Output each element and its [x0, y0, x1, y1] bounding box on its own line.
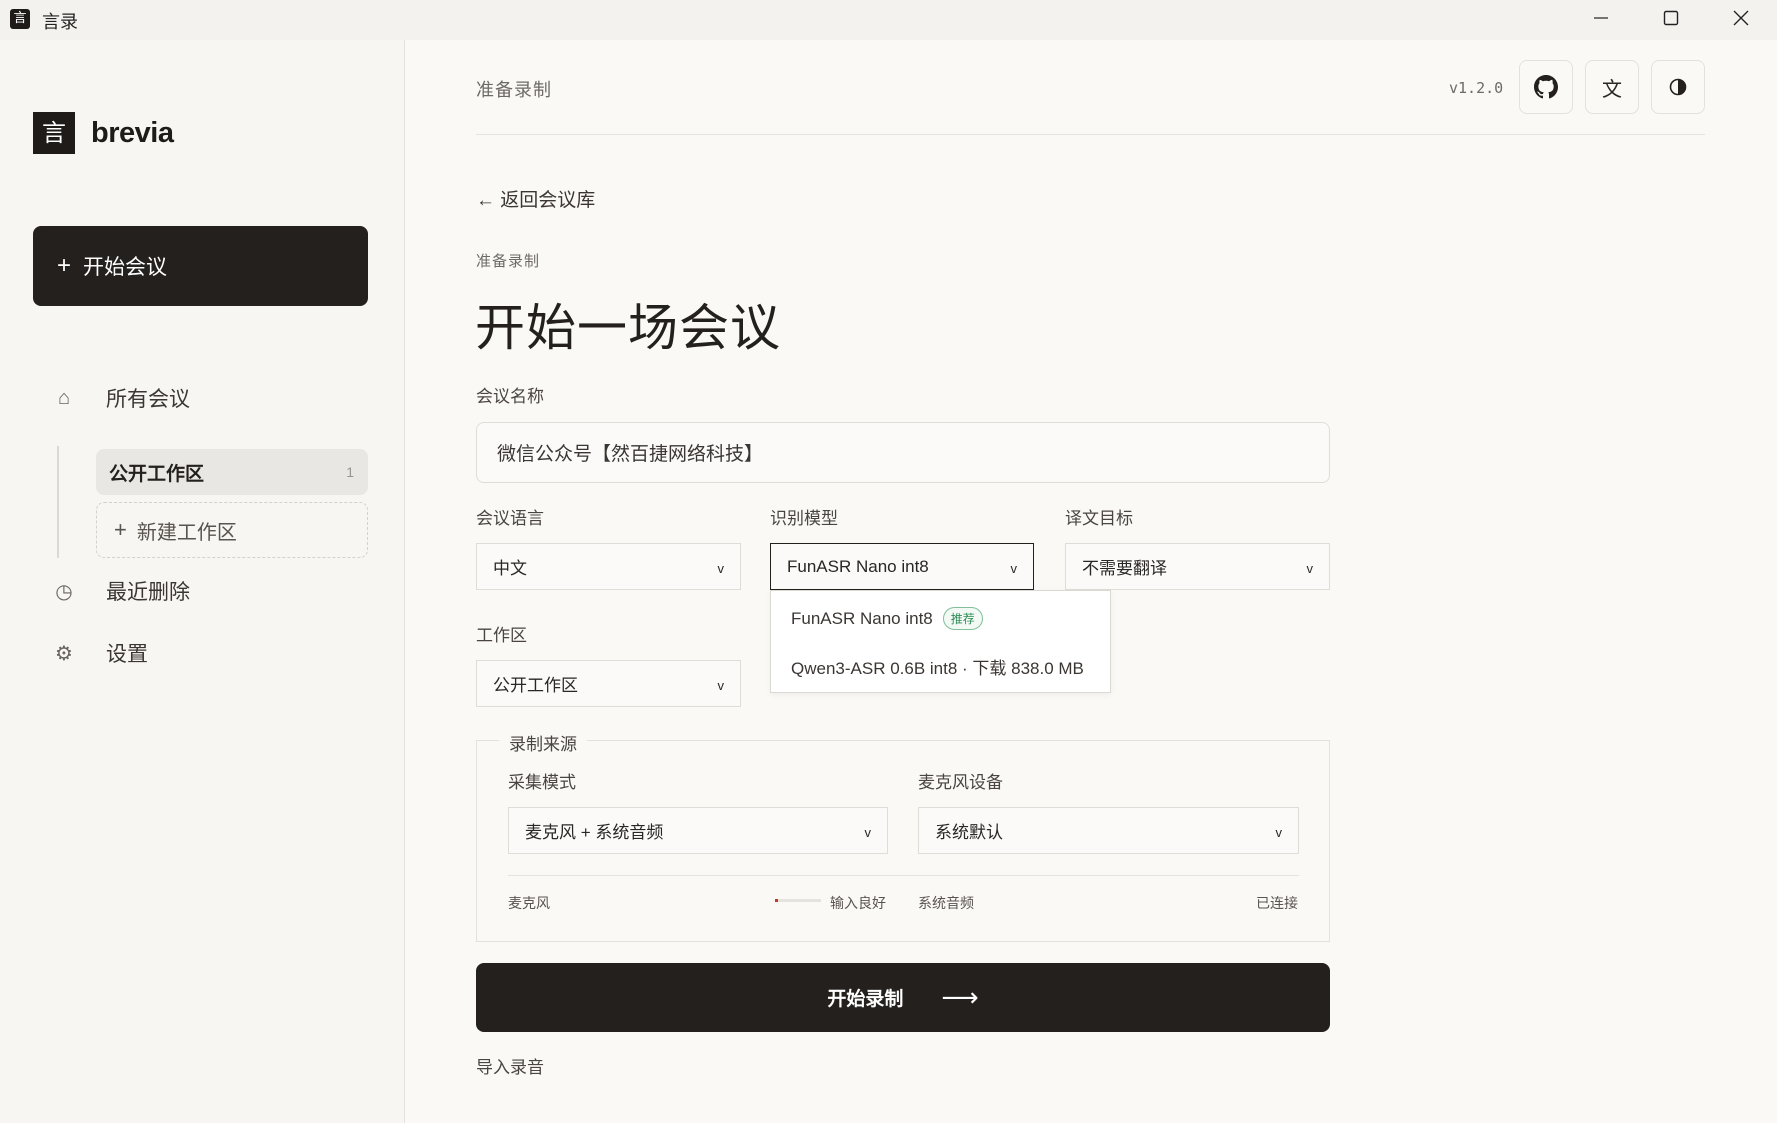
model-value: FunASR Nano int8 [787, 556, 929, 576]
model-option-qwen3[interactable]: Qwen3-ASR 0.6B int8 · 下载 838.0 MB [791, 654, 1084, 679]
sidebar-item-label: 最近删除 [106, 581, 190, 604]
header-divider [476, 134, 1705, 135]
chevron-down-icon: v [864, 825, 872, 840]
arrow-right-icon: ⟶ [941, 982, 979, 1012]
chevron-down-icon: v [717, 678, 725, 693]
theme-toggle-button[interactable] [1651, 60, 1705, 114]
mic-level-fill [775, 899, 778, 902]
translate-icon: 文 [1602, 78, 1622, 101]
language-value: 中文 [493, 559, 527, 578]
model-dropdown-menu: FunASR Nano int8 推荐 Qwen3-ASR 0.6B int8 … [770, 590, 1111, 693]
github-button[interactable] [1519, 60, 1573, 114]
translation-label: 译文目标 [1065, 509, 1133, 528]
sidebar-item-settings[interactable]: ⚙ 设置 [50, 638, 148, 668]
model-option-funasr[interactable]: FunASR Nano int8 推荐 [791, 607, 983, 630]
meeting-name-input[interactable] [476, 422, 1330, 483]
start-recording-button[interactable]: 开始录制 ⟶ [476, 963, 1330, 1032]
model-label: 识别模型 [770, 509, 838, 528]
window-title: 言录 [42, 12, 78, 32]
plus-icon: + [114, 517, 127, 542]
brand-logo-icon: 言 [33, 112, 75, 154]
language-toggle-button[interactable]: 文 [1585, 60, 1639, 114]
section-eyebrow: 准备录制 [476, 253, 541, 270]
system-audio-label: 系统音频 [918, 895, 974, 911]
brand-name: brevia [91, 116, 174, 149]
workspace-label: 工作区 [476, 626, 527, 645]
maximize-icon [1663, 10, 1679, 26]
version-label: v1.2.0 [1449, 79, 1504, 97]
capture-mode-select[interactable]: 麦克风 + 系统音频 v [508, 807, 888, 854]
model-select[interactable]: FunASR Nano int8 v [770, 543, 1034, 590]
model-option-label: Qwen3-ASR 0.6B int8 · 下载 838.0 MB [791, 659, 1084, 678]
new-workspace-button[interactable]: + 新建工作区 [96, 502, 368, 558]
workspace-count: 1 [346, 464, 354, 480]
recommended-badge: 推荐 [942, 607, 983, 630]
sidebar-item-workspace-public[interactable]: 公开工作区 1 [96, 449, 368, 495]
mic-level-meter [775, 899, 821, 902]
meeting-name-label: 会议名称 [476, 387, 544, 406]
workspace-select[interactable]: 公开工作区 v [476, 660, 741, 707]
new-meeting-button[interactable]: + 开始会议 [33, 226, 368, 306]
start-recording-label: 开始录制 [827, 989, 904, 1010]
sidebar-item-label: 设置 [106, 643, 148, 666]
main-content: 准备录制 v1.2.0 文 ← 返回会议库 准备录制 开始一场会议 会议名称 会… [406, 40, 1777, 1123]
sidebar: 言 brevia + 开始会议 ⌂ 所有会议 公开工作区 1 + 新建工作区 ◷… [0, 40, 405, 1123]
capture-mode-label: 采集模式 [508, 773, 576, 792]
mic-meter-label: 麦克风 [508, 895, 550, 911]
mic-device-select[interactable]: 系统默认 v [918, 807, 1299, 854]
home-icon: ⌂ [57, 386, 71, 409]
plus-icon: + [57, 252, 72, 279]
source-divider [508, 875, 1299, 876]
minimize-button[interactable] [1566, 0, 1636, 36]
recording-source-legend: 录制来源 [499, 730, 587, 755]
new-workspace-label: 新建工作区 [136, 521, 237, 544]
minimize-icon [1594, 17, 1608, 19]
github-icon [1534, 75, 1558, 99]
page-title: 开始一场会议 [475, 300, 781, 356]
import-recording-link[interactable]: 导入录音 [476, 1053, 544, 1078]
sidebar-item-recently-deleted[interactable]: ◷ 最近删除 [50, 576, 190, 606]
chevron-down-icon: v [1306, 561, 1314, 576]
translation-select[interactable]: 不需要翻译 v [1065, 543, 1330, 590]
title-bar: 言 言录 [0, 0, 1777, 40]
language-label: 会议语言 [476, 509, 544, 528]
back-to-library-link[interactable]: ← 返回会议库 [476, 185, 595, 212]
clock-icon: ◷ [55, 580, 73, 603]
chevron-down-icon: v [1010, 561, 1018, 576]
chevron-down-icon: v [717, 561, 725, 576]
model-option-label: FunASR Nano int8 [791, 608, 933, 628]
mic-device-label: 麦克风设备 [918, 773, 1003, 792]
chevron-down-icon: v [1275, 825, 1283, 840]
sidebar-item-all-meetings[interactable]: ⌂ 所有会议 [50, 383, 190, 413]
system-audio-status: 已连接 [1256, 895, 1298, 911]
app-logo-icon: 言 [10, 9, 30, 29]
header-title: 准备录制 [476, 80, 552, 100]
workspace-value: 公开工作区 [493, 676, 578, 695]
workspace-tree-line [57, 446, 59, 558]
workspace-name: 公开工作区 [109, 463, 205, 485]
new-meeting-label: 开始会议 [83, 256, 168, 279]
brand[interactable]: 言 brevia [33, 112, 174, 154]
close-button[interactable] [1706, 0, 1776, 36]
language-select[interactable]: 中文 v [476, 543, 741, 590]
sidebar-item-label: 所有会议 [106, 388, 190, 411]
mic-device-value: 系统默认 [935, 823, 1003, 842]
maximize-button[interactable] [1636, 0, 1706, 36]
close-icon [1733, 10, 1749, 26]
capture-mode-value: 麦克风 + 系统音频 [525, 823, 664, 842]
translation-value: 不需要翻译 [1082, 559, 1167, 578]
mic-status: 输入良好 [830, 895, 886, 911]
gear-icon: ⚙ [55, 642, 73, 665]
recording-source-group: 录制来源 采集模式 麦克风 + 系统音频 v 麦克风设备 系统默认 v 麦克风 … [476, 730, 1330, 942]
contrast-icon [1669, 78, 1687, 96]
